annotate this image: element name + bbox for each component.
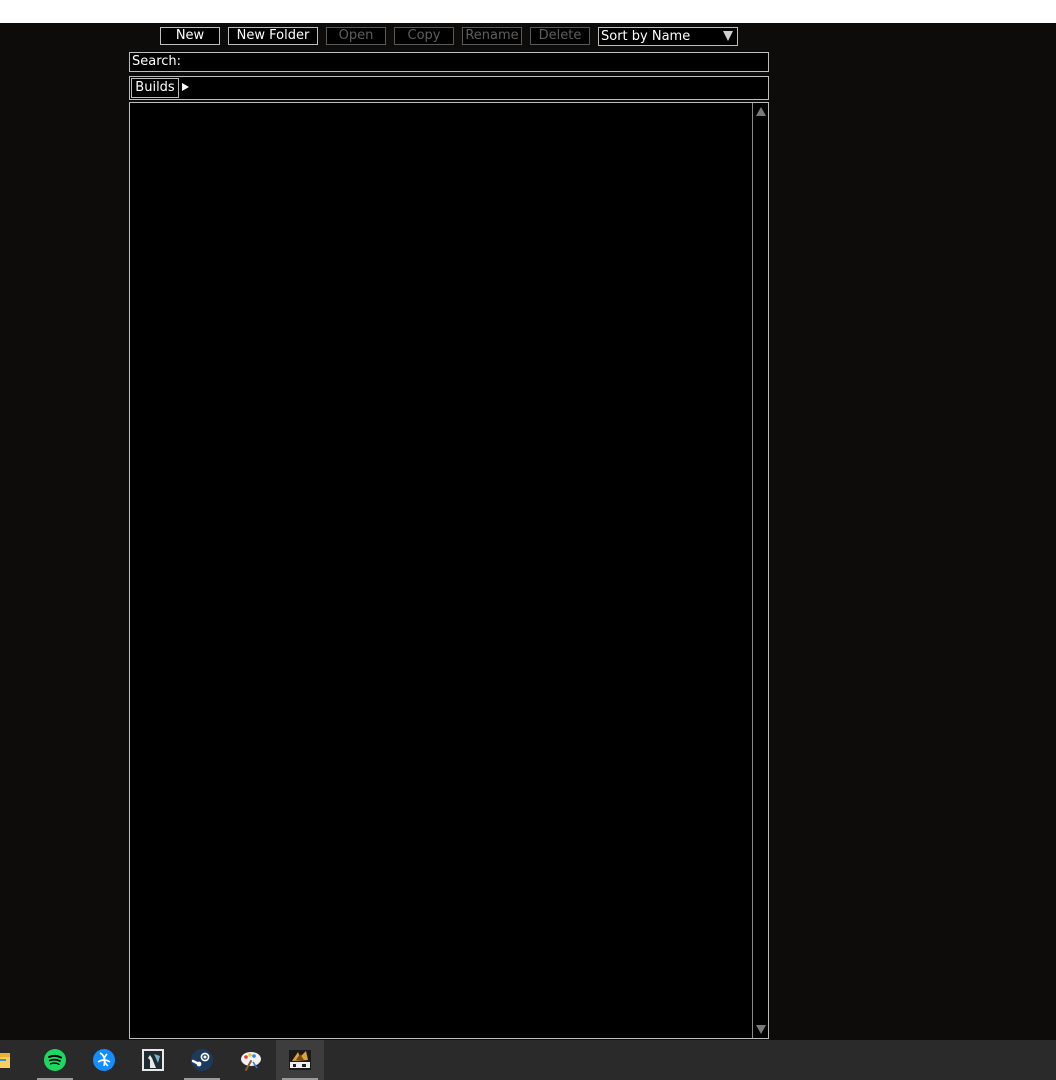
scroll-up-icon[interactable] (756, 107, 766, 116)
taskbar-item-steam[interactable] (178, 1040, 226, 1080)
new-folder-button[interactable]: New Folder (228, 27, 318, 45)
taskbar-item-paint[interactable] (227, 1040, 275, 1080)
path-of-building-icon (289, 1050, 311, 1070)
search-input[interactable] (182, 53, 762, 71)
scroll-down-icon[interactable] (756, 1025, 766, 1034)
scrollbar[interactable] (752, 103, 768, 1038)
new-button[interactable]: New (160, 27, 220, 45)
kindle-icon (142, 1049, 164, 1071)
build-list[interactable] (129, 102, 769, 1039)
spotify-icon (44, 1049, 66, 1071)
taskbar-item-kindle[interactable] (129, 1040, 177, 1080)
battle-net-icon (93, 1049, 115, 1071)
chevron-down-icon (723, 31, 733, 41)
paint-icon (241, 1052, 261, 1071)
title-bar (0, 0, 1056, 23)
taskbar-item-battle-net[interactable] (80, 1040, 128, 1080)
taskbar (0, 1040, 1056, 1080)
taskbar-item-path-of-building[interactable] (276, 1040, 324, 1080)
sort-dropdown[interactable]: Sort by Name (598, 27, 738, 46)
search-box[interactable]: Search: (129, 52, 769, 72)
taskbar-item-spotify[interactable] (31, 1040, 79, 1080)
open-button[interactable]: Open (326, 27, 386, 45)
delete-button[interactable]: Delete (530, 27, 590, 45)
steam-icon (191, 1049, 213, 1071)
breadcrumb-item-builds[interactable]: Builds (131, 78, 179, 98)
sort-dropdown-value: Sort by Name (601, 29, 691, 44)
rename-button[interactable]: Rename (462, 27, 522, 45)
copy-button[interactable]: Copy (394, 27, 454, 45)
chevron-right-icon[interactable] (182, 83, 189, 91)
taskbar-item-file-explorer[interactable] (0, 1040, 24, 1080)
search-label: Search: (132, 54, 182, 69)
breadcrumb: Builds (129, 76, 769, 100)
file-explorer-icon (0, 1053, 10, 1068)
